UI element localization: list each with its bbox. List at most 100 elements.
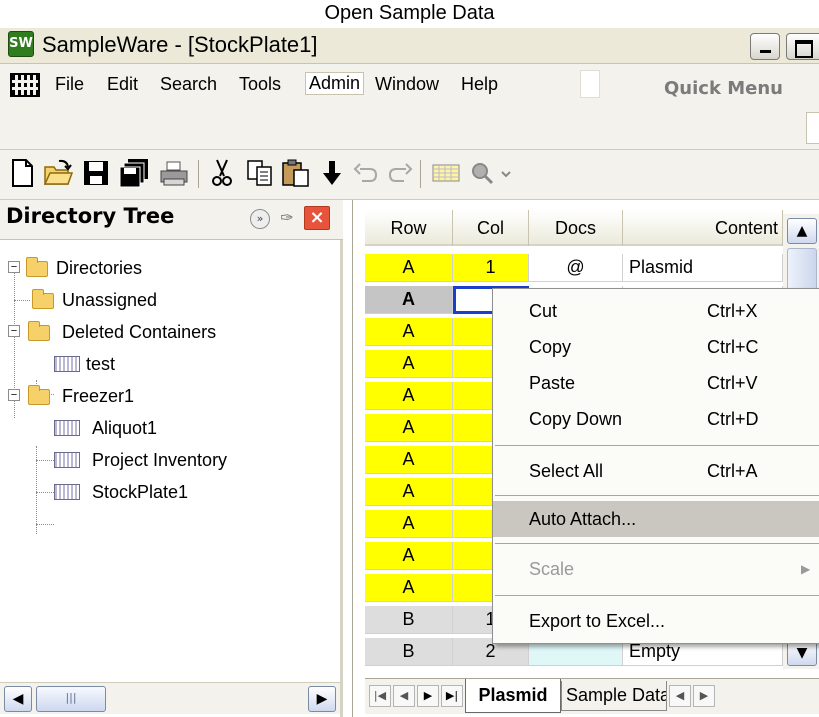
folder-icon (28, 321, 50, 341)
table-cell[interactable]: A (365, 542, 453, 570)
cut-icon[interactable] (206, 157, 238, 189)
table-cell[interactable]: 1 (453, 254, 529, 282)
table-cell[interactable]: B (365, 638, 453, 666)
prev-sheet-icon[interactable]: ◀ (393, 685, 415, 707)
fill-down-icon[interactable] (316, 157, 348, 189)
tree-node-stockplate1[interactable]: StockPlate1 (0, 476, 300, 508)
submenu-arrow-icon: ▶ (801, 562, 811, 576)
menu-item-select-all[interactable]: Select All Ctrl+A (493, 453, 819, 489)
table-cell[interactable]: B (365, 606, 453, 634)
table-cell[interactable]: A (365, 286, 453, 314)
toolbar-separator (420, 160, 421, 188)
quick-menu-label[interactable]: Quick Menu (664, 78, 783, 99)
scroll-thumb[interactable]: ||| (36, 686, 106, 712)
tree-node-test[interactable]: test (0, 348, 300, 380)
table-cell[interactable]: A (365, 254, 453, 282)
save-all-icon[interactable] (118, 157, 150, 189)
pin-icon[interactable]: ✑ (276, 208, 298, 228)
maximize-button[interactable] (786, 33, 819, 60)
paste-icon[interactable] (280, 157, 312, 189)
tree-node-directories[interactable]: − Directories (0, 252, 300, 284)
tree-horizontal-scrollbar[interactable]: ◀ ||| ▶ (0, 682, 340, 714)
menu-item-scale[interactable]: Scale ▶ (493, 551, 819, 587)
pane-close-icon[interactable]: × (304, 206, 330, 230)
menu-edit[interactable]: Edit (104, 74, 141, 95)
menu-item-label: Copy (529, 337, 572, 357)
column-header-col[interactable]: Col (453, 210, 529, 246)
tree-node-aliquot1[interactable]: Aliquot1 (0, 412, 300, 444)
menu-item-label: Copy Down (529, 409, 623, 429)
menu-tools[interactable]: Tools (236, 74, 284, 95)
table-cell[interactable]: A (365, 446, 453, 474)
menu-item-copy[interactable]: Copy Ctrl+C (493, 329, 819, 365)
table-cell[interactable]: A (365, 318, 453, 346)
undo-icon[interactable] (350, 157, 382, 189)
tree-connector (36, 524, 54, 525)
tab-scroll-left-icon[interactable]: ◀ (669, 685, 691, 707)
tree-node-deleted-containers[interactable]: − Deleted Containers (0, 316, 340, 348)
redo-icon[interactable] (384, 157, 416, 189)
context-menu: Cut Ctrl+X Copy Ctrl+C Paste Ctrl+V Copy Do… (492, 288, 819, 644)
menu-item-label: Export to Excel... (529, 611, 666, 631)
print-icon[interactable] (158, 157, 190, 189)
menu-item-shortcut: Ctrl+D (707, 409, 759, 429)
column-header-content[interactable]: Content (623, 210, 783, 246)
title-bar: SW SampleWare - [StockPlate1] (0, 28, 819, 64)
tree-header: Directory Tree » ✑ × (0, 200, 343, 240)
copy-icon[interactable] (244, 157, 276, 189)
table-cell[interactable]: A (365, 414, 453, 442)
menu-item-shortcut: Ctrl+V (707, 373, 758, 393)
menu-item-label: Select All (529, 461, 604, 481)
scroll-up-icon[interactable]: ▲ (787, 218, 817, 244)
menu-item-paste[interactable]: Paste Ctrl+V (493, 365, 819, 401)
tree-node-unassigned[interactable]: Unassigned (0, 284, 300, 316)
menu-admin[interactable]: Admin (305, 72, 365, 95)
menu-search[interactable]: Search (157, 74, 220, 95)
column-header-row[interactable]: Row (365, 210, 453, 246)
tree-node-freezer1[interactable]: − Freezer1 (0, 380, 300, 412)
table-cell[interactable]: Plasmid (623, 254, 783, 282)
menu-separator (495, 445, 819, 446)
menu-help[interactable]: Help (458, 74, 501, 95)
save-icon[interactable] (80, 157, 112, 189)
next-sheet-icon[interactable]: ▶ (417, 685, 439, 707)
scroll-left-icon[interactable]: ◀ (4, 686, 32, 712)
last-sheet-icon[interactable]: ▶| (441, 685, 463, 707)
tree-node-project-inventory[interactable]: Project Inventory (0, 444, 340, 476)
table-cell[interactable]: A (365, 574, 453, 602)
collapse-chevron-icon[interactable]: » (250, 209, 270, 229)
collapse-icon[interactable]: − (8, 325, 20, 337)
grid-menu-icon[interactable] (10, 73, 40, 97)
menu-window[interactable]: Window (372, 74, 442, 95)
menu-separator (495, 543, 819, 544)
open-folder-icon[interactable] (42, 157, 74, 189)
menu-file[interactable]: File (52, 74, 87, 95)
plate-icon (54, 420, 80, 436)
collapse-icon[interactable]: − (8, 389, 20, 401)
new-document-icon[interactable] (6, 157, 38, 189)
table-cell[interactable]: A (365, 350, 453, 378)
column-header-docs[interactable]: Docs (529, 210, 623, 246)
menu-item-copy-down[interactable]: Copy Down Ctrl+D (493, 401, 819, 437)
tab-plasmid[interactable]: Plasmid (465, 679, 561, 713)
tab-scroll-right-icon[interactable]: ▶ (693, 685, 715, 707)
first-sheet-icon[interactable]: |◀ (369, 685, 391, 707)
scroll-right-icon[interactable]: ▶ (308, 686, 336, 712)
sheet-tab-bar: |◀ ◀ ▶ ▶| Plasmid Sample Data ◀ ▶ (365, 678, 819, 714)
collapse-icon[interactable]: − (8, 261, 20, 273)
minimize-button[interactable] (750, 33, 780, 60)
menu-item-cut[interactable]: Cut Ctrl+X (493, 293, 819, 329)
menu-item-auto-attach[interactable]: Auto Attach... (493, 501, 819, 537)
table-cell[interactable]: A (365, 382, 453, 410)
table-cell[interactable]: A (365, 478, 453, 506)
tab-sample-data[interactable]: Sample Data (561, 681, 667, 711)
table-row[interactable]: A 1 @ Plasmid (365, 254, 795, 282)
table-cell[interactable]: @ (529, 254, 623, 282)
table-cell[interactable]: A (365, 510, 453, 538)
grid-view-icon[interactable] (430, 157, 462, 189)
toolbar-separator (198, 160, 199, 188)
menu-item-export-to-excel[interactable]: Export to Excel... (493, 603, 819, 639)
zoom-icon[interactable] (468, 157, 516, 189)
tree-body: − Directories Unassigned − Deleted Conta… (0, 240, 343, 680)
tree-node-label: Directories (56, 258, 143, 278)
